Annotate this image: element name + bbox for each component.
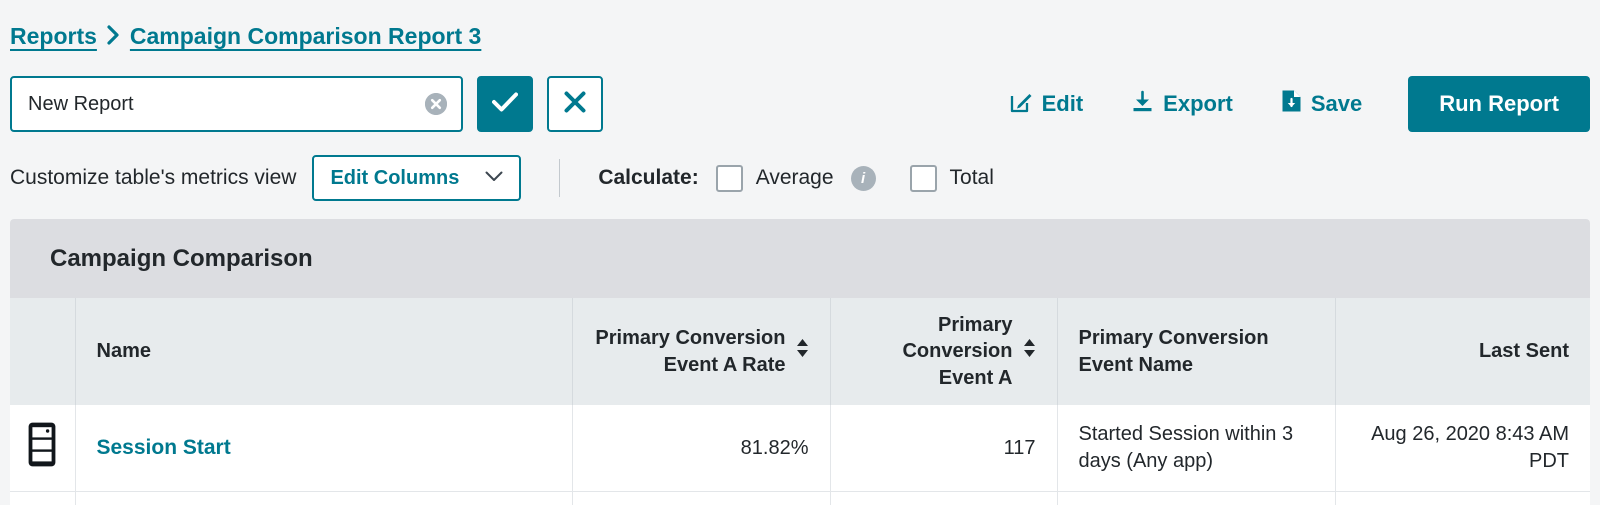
row-name-cell: [75, 492, 572, 505]
export-button-label: Export: [1163, 91, 1233, 117]
column-header-last-sent-label: Last Sent: [1479, 338, 1569, 364]
edit-button[interactable]: Edit: [986, 90, 1108, 119]
report-table-title-bar: Campaign Comparison: [10, 219, 1590, 298]
export-button[interactable]: Export: [1107, 90, 1257, 119]
table-row[interactable]: [10, 492, 1590, 505]
row-last-sent-cell: Aug 26, 2020 8:43 AM PDT: [1335, 405, 1590, 492]
info-icon[interactable]: i: [851, 166, 876, 191]
report-name-input-wrapper: [10, 76, 463, 132]
mobile-device-icon: [27, 451, 57, 473]
row-event-name-cell: [1057, 492, 1335, 505]
table-row[interactable]: Session Start 81.82% 117 Started Session…: [10, 405, 1590, 492]
column-header-last-sent[interactable]: Last Sent: [1335, 298, 1590, 405]
cancel-rename-button[interactable]: [547, 76, 603, 132]
column-header-name[interactable]: Name: [75, 298, 572, 405]
save-button[interactable]: Save: [1257, 89, 1386, 119]
report-actions: Edit Export Save: [986, 76, 1590, 132]
column-header-icon: [10, 298, 75, 405]
edit-columns-label: Edit Columns: [330, 167, 459, 190]
confirm-rename-button[interactable]: [477, 76, 533, 132]
column-header-event[interactable]: Primary Conversion Event A: [830, 298, 1057, 405]
chevron-down-icon: [485, 169, 503, 187]
edit-columns-dropdown[interactable]: Edit Columns: [312, 155, 521, 201]
total-checkbox[interactable]: [910, 165, 937, 192]
run-report-button[interactable]: Run Report: [1408, 76, 1590, 132]
row-event-cell: [830, 492, 1057, 505]
report-table: Name Primary Conversion Event A Rate Pri…: [10, 298, 1590, 505]
close-icon: [564, 91, 586, 118]
row-rate-cell: [572, 492, 830, 505]
metrics-toolbar: Customize table's metrics view Edit Colu…: [10, 155, 994, 201]
sort-icon[interactable]: [796, 338, 809, 365]
row-name-cell: Session Start: [75, 405, 572, 492]
row-last-sent-cell: [1335, 492, 1590, 505]
column-header-rate-label: Primary Conversion Event A Rate: [594, 325, 786, 378]
column-header-event-name-label: Primary Conversion Event Name: [1079, 325, 1314, 378]
column-header-event-name[interactable]: Primary Conversion Event Name: [1057, 298, 1335, 405]
report-builder-page: Reports Campaign Comparison Report 3: [0, 0, 1600, 505]
row-name-link[interactable]: Session Start: [97, 436, 231, 459]
breadcrumb: Reports Campaign Comparison Report 3: [10, 23, 481, 50]
average-checkbox[interactable]: [716, 165, 743, 192]
average-label: Average: [756, 166, 834, 190]
edit-pencil-icon: [1010, 90, 1033, 119]
row-device-icon-cell: [10, 405, 75, 492]
table-header-row: Name Primary Conversion Event A Rate Pri…: [10, 298, 1590, 405]
sort-icon[interactable]: [1023, 338, 1036, 365]
report-table-title: Campaign Comparison: [50, 245, 313, 273]
row-rate-cell: 81.82%: [572, 405, 830, 492]
chevron-right-icon: [107, 25, 120, 49]
column-header-event-label: Primary Conversion Event A: [852, 312, 1013, 391]
save-file-icon: [1281, 89, 1302, 119]
customize-metrics-label: Customize table's metrics view: [10, 166, 296, 190]
breadcrumb-link-current-report[interactable]: Campaign Comparison Report 3: [130, 23, 481, 50]
check-icon: [492, 91, 518, 118]
column-header-rate[interactable]: Primary Conversion Event A Rate: [572, 298, 830, 405]
report-name-input[interactable]: [12, 78, 461, 130]
edit-button-label: Edit: [1042, 91, 1084, 117]
column-header-name-label: Name: [97, 338, 151, 364]
calculate-label: Calculate:: [598, 166, 698, 190]
clear-circle-icon[interactable]: [425, 93, 447, 115]
total-label: Total: [950, 166, 994, 190]
toolbar-divider: [559, 159, 560, 197]
row-event-name-cell: Started Session within 3 days (Any app): [1057, 405, 1335, 492]
breadcrumb-link-reports[interactable]: Reports: [10, 23, 97, 50]
calculate-average-group: Average i: [716, 165, 876, 192]
download-icon: [1131, 90, 1154, 119]
row-event-cell: 117: [830, 405, 1057, 492]
report-table-card: Campaign Comparison Name Primary Convers…: [10, 219, 1590, 505]
calculate-total-group: Total: [910, 165, 994, 192]
save-button-label: Save: [1311, 91, 1362, 117]
report-name-editor: [10, 76, 603, 132]
row-device-icon-cell: [10, 492, 75, 505]
